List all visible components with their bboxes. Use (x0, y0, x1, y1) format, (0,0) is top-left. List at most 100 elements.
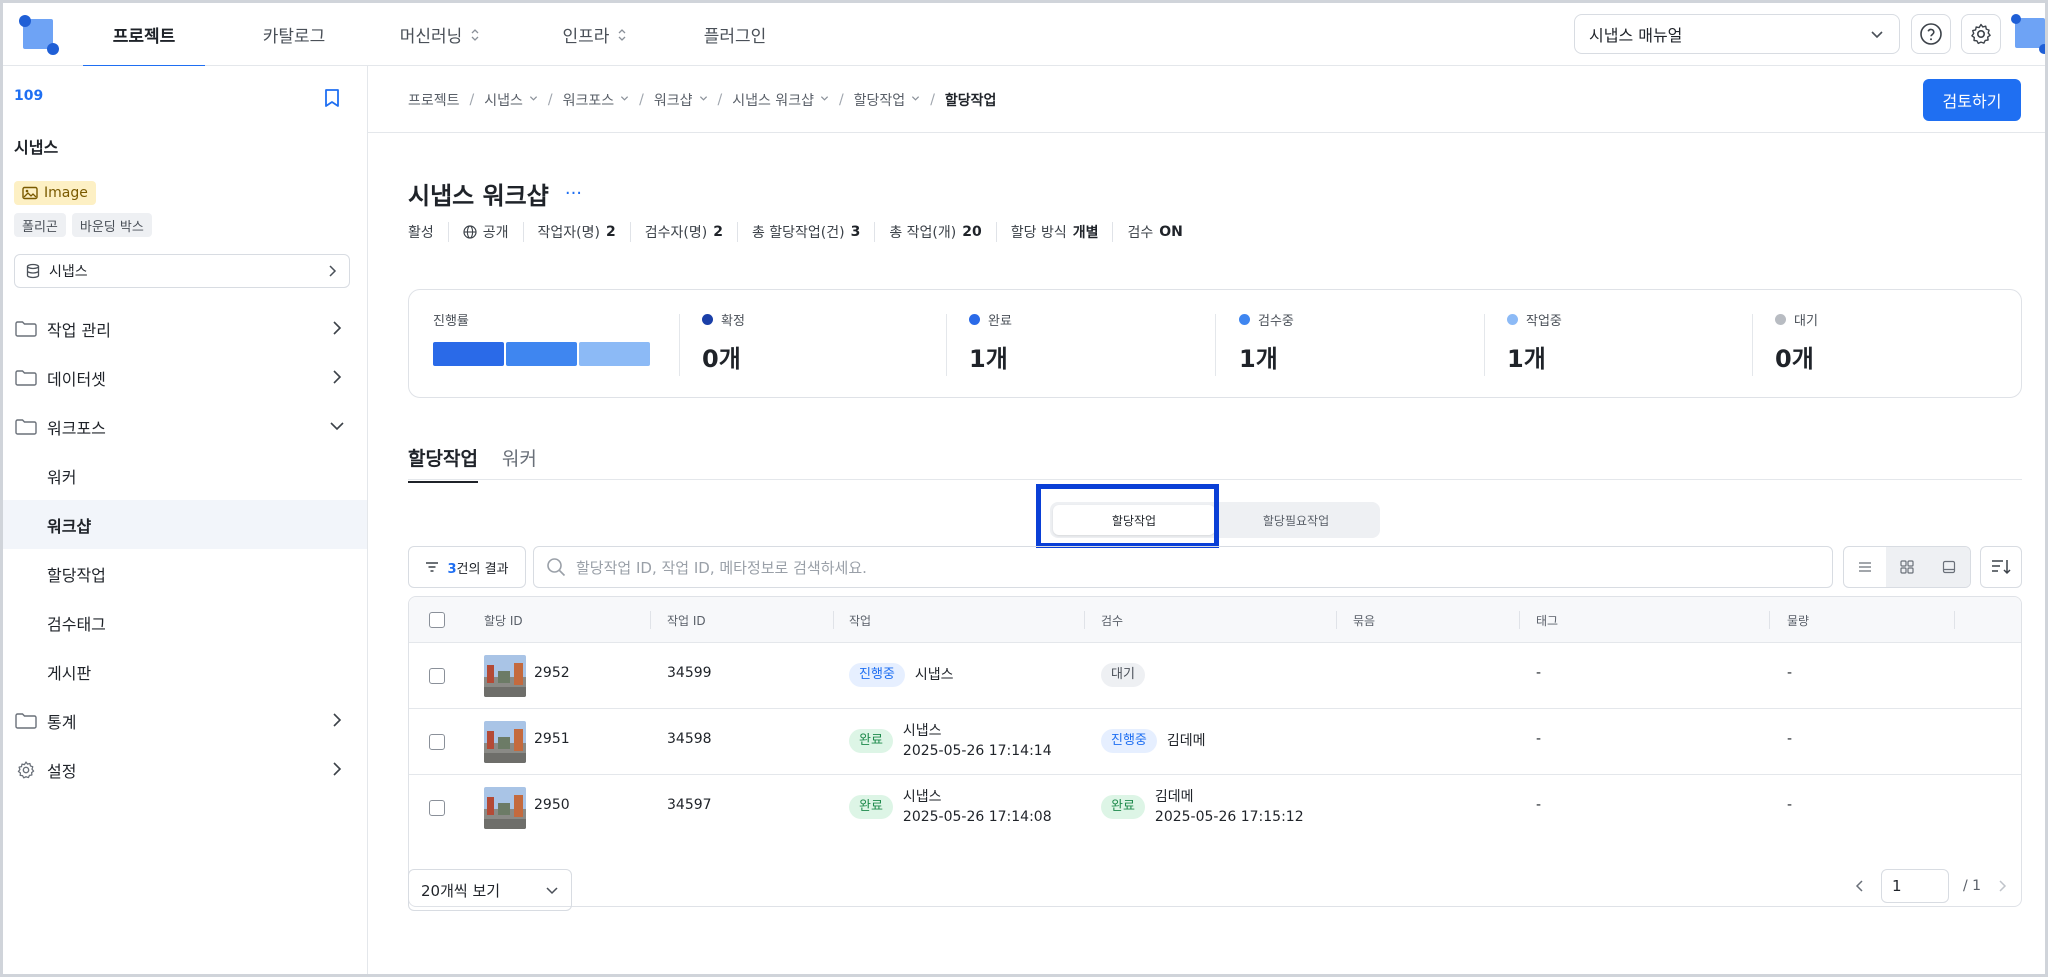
breadcrumb-label: 할당작업 (944, 93, 997, 109)
col-header-tag[interactable]: 태그 (1536, 612, 1558, 629)
help-button[interactable] (1911, 14, 1951, 54)
project-select[interactable]: 시냅스 매뉴얼 (1574, 14, 1900, 54)
meta-label: 작업자(명) (537, 225, 600, 241)
search-input[interactable]: 할당작업 ID, 작업 ID, 메타정보로 검색하세요. (533, 546, 1833, 588)
review-time: 2025-05-26 17:15:12 (1154, 809, 1304, 825)
col-header-review[interactable]: 검수 (1101, 612, 1123, 629)
status-dot (969, 314, 980, 325)
stat-label: 완료 (988, 314, 1012, 329)
more-options-button[interactable]: ··· (565, 183, 582, 204)
sort-button[interactable] (1980, 546, 2022, 588)
task-cell: 진행중 시냅스 (849, 663, 954, 687)
tab-assignments[interactable]: 할당작업 (408, 444, 478, 483)
dataset-name: 시냅스 (49, 264, 88, 280)
segment-needs-assignment[interactable]: 할당필요작업 (1215, 505, 1377, 535)
pagination: 1 / 1 (1853, 869, 2009, 903)
chevron-right-icon[interactable] (1995, 879, 2009, 893)
col-header-bundle[interactable]: 묶음 (1353, 612, 1375, 629)
sidebar-item-stats[interactable]: 통계 (3, 696, 367, 745)
review-button[interactable]: 검토하기 (1923, 79, 2021, 121)
page-number-input[interactable]: 1 (1881, 869, 1949, 903)
stat-item: 완료 1개 (969, 310, 1012, 374)
col-resize-handle[interactable] (1954, 611, 1955, 629)
sidebar-item-board[interactable]: 게시판 (3, 647, 367, 696)
sidebar-item-review-tags[interactable]: 검수태그 (3, 598, 367, 647)
col-resize-handle[interactable] (1519, 611, 1520, 629)
sidebar-item-task-management[interactable]: 작업 관리 (3, 304, 367, 353)
status-badge: 진행중 (849, 663, 905, 687)
chevron-left-icon[interactable] (1853, 879, 1867, 893)
row-checkbox[interactable] (429, 668, 445, 684)
breadcrumb-item[interactable]: 워크포스 (563, 90, 630, 110)
grid-view-button[interactable] (1886, 547, 1928, 587)
stat-value: 1개 (1507, 345, 1546, 373)
breadcrumb-label: 시냅스 워크샵 (732, 93, 814, 109)
progress-stats-card: 진행률 확정 0개 완료 1개 검수중 1개 작업중 1개 대기 0개 (408, 289, 2022, 398)
table-row[interactable]: 2952 34599 진행중 시냅스 대기 - - (409, 643, 2021, 709)
database-icon (26, 263, 40, 279)
reviewer-name: 김데메 (1166, 733, 1206, 749)
settings-button[interactable] (1961, 14, 2001, 54)
status-badge: 완료 (849, 795, 893, 819)
nav-item[interactable]: 인프라 (535, 3, 655, 66)
meta-total-assignments: 총 할당작업(건) 3 (736, 222, 874, 242)
app-logo[interactable] (17, 13, 59, 55)
breadcrumb-item[interactable]: 시냅스 워크샵 (732, 90, 829, 110)
tab-divider (408, 479, 2022, 480)
annotation-tags: 폴리곤 바운딩 박스 (14, 213, 152, 237)
nav-item[interactable]: 플러그인 (675, 3, 795, 66)
col-header-quantity[interactable]: 물량 (1787, 612, 1809, 629)
assign-id: 2950 (534, 797, 570, 813)
dataset-link[interactable]: 시냅스 (14, 254, 350, 288)
per-page-select[interactable]: 20개씩 보기 (408, 869, 572, 911)
sidebar-item-workshop[interactable]: 워크샵 (3, 500, 367, 549)
filter-button[interactable]: 3건의 결과 (408, 546, 526, 588)
col-resize-handle[interactable] (650, 611, 651, 629)
col-resize-handle[interactable] (1769, 611, 1770, 629)
breadcrumb-item[interactable]: 할당작업 (945, 90, 997, 110)
thumbnail-image[interactable] (484, 655, 526, 697)
task-time: 2025-05-26 17:14:08 (902, 809, 1052, 825)
nav-item[interactable]: 프로젝트 (83, 3, 205, 67)
breadcrumb-separator: / (838, 92, 844, 108)
table-row[interactable]: 2950 34597 완료 시냅스 2025-05-26 17:14:08 완료 김데메 20… (409, 775, 2021, 841)
preview-view-button[interactable] (1928, 547, 1970, 587)
result-count-number: 3 (447, 561, 457, 577)
breadcrumb-item[interactable]: 프로젝트 (408, 90, 460, 110)
row-checkbox[interactable] (429, 800, 445, 816)
sidebar-item-dataset[interactable]: 데이터셋 (3, 353, 367, 402)
col-resize-handle[interactable] (1336, 611, 1337, 629)
globe-icon (463, 225, 477, 239)
per-page-value: 20개씩 보기 (421, 881, 501, 900)
meta-value: 3 (850, 224, 861, 240)
breadcrumb-item[interactable]: 시냅스 (484, 90, 538, 110)
col-header-task[interactable]: 작업 (849, 612, 871, 629)
breadcrumb-item[interactable]: 할당작업 (854, 90, 921, 110)
review-cell: 대기 (1101, 663, 1145, 687)
select-all-checkbox[interactable] (429, 612, 445, 628)
bookmark-button[interactable] (323, 88, 341, 112)
row-checkbox[interactable] (429, 734, 445, 750)
chevron-down-icon (529, 94, 538, 106)
sidebar-item-workforce[interactable]: 워크포스 (3, 402, 367, 451)
col-header-assign-id[interactable]: 할당 ID (484, 612, 523, 629)
sidebar-item-assignments[interactable]: 할당작업 (3, 549, 367, 598)
thumbnail-image[interactable] (484, 787, 526, 829)
nav-item[interactable]: 카탈로그 (233, 3, 355, 66)
thumbnail-image[interactable] (484, 721, 526, 763)
col-header-task-id[interactable]: 작업 ID (667, 612, 706, 629)
folder-icon (15, 320, 37, 337)
stat-divider (1215, 314, 1216, 376)
tab-workers[interactable]: 워커 (502, 444, 537, 483)
annotation-tag: 폴리곤 (14, 213, 66, 237)
col-resize-handle[interactable] (1084, 611, 1085, 629)
list-view-button[interactable] (1844, 547, 1886, 587)
col-resize-handle[interactable] (833, 611, 834, 629)
image-icon (22, 186, 38, 200)
sidebar-item-settings[interactable]: 설정 (3, 745, 367, 794)
breadcrumb-item[interactable]: 워크샵 (654, 90, 708, 110)
nav-item[interactable]: 머신러닝 (375, 3, 505, 66)
sidebar-item-worker[interactable]: 워커 (3, 451, 367, 500)
user-avatar[interactable] (2011, 14, 2045, 54)
table-row[interactable]: 2951 34598 완료 시냅스 2025-05-26 17:14:14 진행중 김데메 -… (409, 709, 2021, 775)
